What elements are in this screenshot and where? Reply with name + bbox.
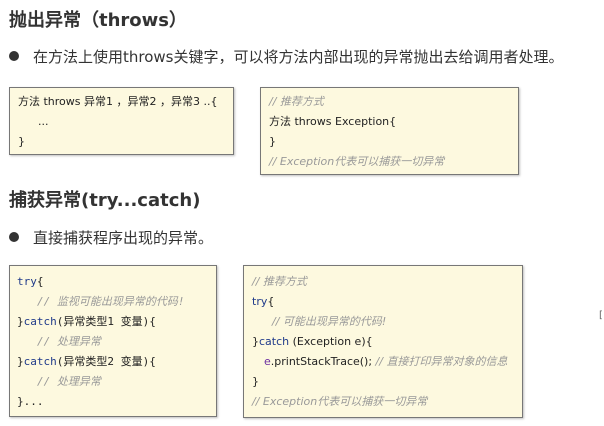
code-line: }catch(异常类型1 变量){ <box>17 315 156 328</box>
code-comment: // 推荐方式 <box>269 95 324 108</box>
bullet-dot-icon <box>9 51 19 61</box>
bullet-try-catch: 直接捕获程序出现的异常。 <box>9 227 213 248</box>
code-comment: // 推荐方式 <box>252 275 307 288</box>
code-line: 方法 throws Exception{ <box>269 115 397 128</box>
bullet-text: 直接捕获程序出现的异常。 <box>33 229 214 247</box>
code-line: try{ <box>252 295 275 308</box>
code-line: ... <box>38 115 49 128</box>
code-line: }... <box>17 395 44 408</box>
code-box-try-catch-recommended: // 推荐方式 try{ // 可能出现异常的代码! }catch (Excep… <box>243 265 523 418</box>
code-comment: // 处理异常 <box>37 375 101 388</box>
code-box-throws-syntax: 方法 throws 异常1 ，异常2 ，异常3 ..{ ... } <box>9 87 234 155</box>
section-title-try-catch: 捕获异常(try...catch) <box>9 190 201 211</box>
code-line: } <box>18 135 25 148</box>
code-line: }catch (Exception e){ <box>252 335 373 348</box>
code-comment: // Exception代表可以捕获一切异常 <box>252 395 428 408</box>
bullet-text: 在方法上使用throws关键字，可以将方法内部出现的异常抛出去给调用者处理。 <box>33 48 564 66</box>
code-line: }catch(异常类型2 变量){ <box>17 355 156 368</box>
bullet-throws: 在方法上使用throws关键字，可以将方法内部出现的异常抛出去给调用者处理。 <box>9 46 564 67</box>
code-line: } <box>252 375 259 388</box>
code-comment: // Exception代表可以捕获一切异常 <box>269 155 445 168</box>
code-box-try-catch-syntax: try{ // 监视可能出现异常的代码! }catch(异常类型1 变量){ /… <box>9 265 217 417</box>
code-comment: // 处理异常 <box>37 335 101 348</box>
code-line: } <box>269 135 276 148</box>
section-title-throws: 抛出异常（throws） <box>9 10 188 31</box>
code-line: e.printStackTrace(); // 直接打印异常对象的信息 <box>264 355 508 368</box>
bullet-dot-icon <box>9 232 19 242</box>
code-box-throws-recommended: // 推荐方式 方法 throws Exception{ } // Except… <box>260 87 519 175</box>
code-line: try{ <box>17 275 44 288</box>
code-comment: // 监视可能出现异常的代码! <box>37 295 185 308</box>
code-line: 方法 throws 异常1 ，异常2 ，异常3 ..{ <box>18 95 218 108</box>
code-comment: // 可能出现异常的代码! <box>272 315 387 328</box>
edge-mark: [ <box>599 310 603 321</box>
